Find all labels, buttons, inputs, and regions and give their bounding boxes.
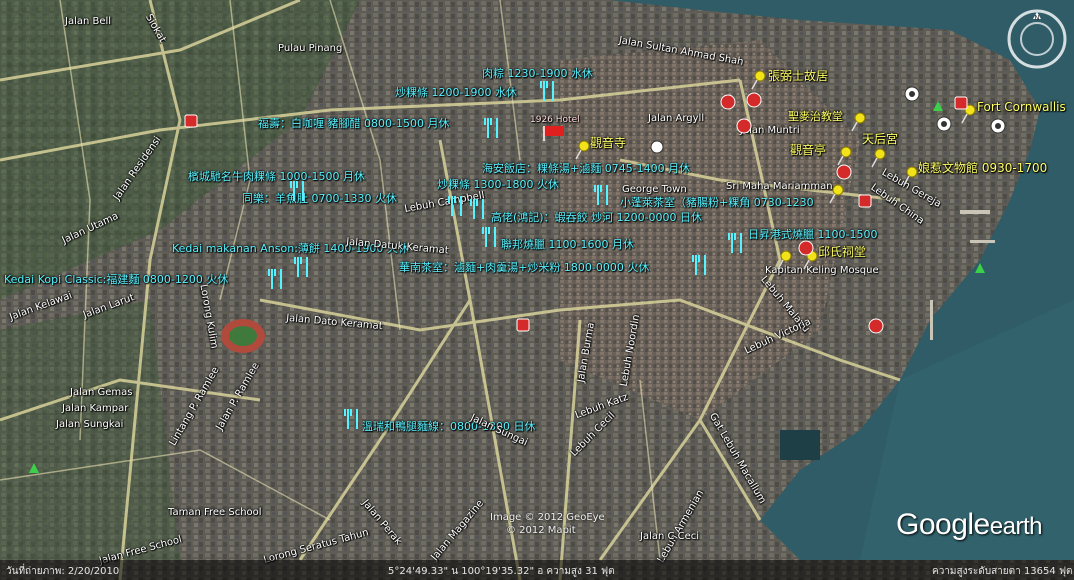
landmark-label[interactable]: Sri Maha Mariamman: [726, 180, 833, 193]
pushpin-icon[interactable]: [750, 70, 766, 90]
street-label: Jalan Sungkai: [56, 419, 124, 430]
street-label: Jalan Argyll: [648, 113, 705, 124]
landmark-label[interactable]: 聖麥治教堂: [788, 110, 843, 123]
street-label: Jalan Gemas: [70, 387, 133, 398]
food-label[interactable]: 高佬(鴻記)：蝦吞餃 炒河 1200-0000 日休: [491, 211, 702, 224]
imagery-date: วันที่ถ่ายภาพ: 2/20/2010: [6, 566, 120, 577]
food-label[interactable]: 炒粿條 1200-1900 水休: [395, 86, 517, 99]
place-icon[interactable]: [650, 140, 664, 154]
imagery-copyright: © 2012 Mapit: [506, 525, 576, 536]
poi-marker-icon[interactable]: [736, 118, 752, 134]
restaurant-icon[interactable]: [470, 198, 488, 220]
place-label[interactable]: Pulau Pinang: [278, 42, 342, 55]
park-icon[interactable]: [974, 262, 986, 274]
poi-marker-icon[interactable]: [184, 114, 198, 128]
pushpin-icon[interactable]: [828, 184, 844, 204]
imagery-copyright: Image © 2012 GeoEye: [490, 512, 605, 523]
food-label[interactable]: 同樂：羊魚肚 0700-1330 火休: [242, 192, 397, 205]
street-label: Jalan Kampar: [62, 403, 129, 414]
landmark-label[interactable]: 觀音寺: [590, 137, 626, 150]
food-label[interactable]: 福壽：白咖喱 豬腳醋 0800-1500 月休: [258, 117, 449, 130]
place-icon[interactable]: [904, 86, 920, 102]
landmark-label[interactable]: 觀音亭: [790, 144, 826, 157]
pushpin-icon[interactable]: [870, 148, 886, 168]
landmark-label[interactable]: 娘惹文物館 0930-1700: [918, 162, 1047, 175]
poi-marker-icon[interactable]: [954, 96, 968, 110]
navigation-compass-icon[interactable]: N: [1006, 8, 1068, 70]
place-icon[interactable]: [990, 118, 1006, 134]
landmark-label[interactable]: 天后宮: [862, 133, 898, 146]
restaurant-icon[interactable]: [268, 268, 286, 290]
svg-text:N: N: [1034, 14, 1039, 22]
landmark-label[interactable]: Fort Cornwallis: [977, 101, 1066, 114]
street-label: Jalan C Ceci: [640, 531, 700, 542]
landmark-label[interactable]: 邱氏祠堂: [818, 246, 866, 259]
food-label[interactable]: 海安飯店：粿條湯+滷麵 0745-1400 月休: [482, 162, 690, 175]
poi-marker-icon[interactable]: [746, 92, 762, 108]
park-icon[interactable]: [28, 462, 40, 474]
restaurant-icon[interactable]: [484, 117, 502, 139]
poi-marker-icon[interactable]: [836, 164, 852, 180]
food-label[interactable]: 檳城馳名牛肉粿條 1000-1500 月休: [188, 170, 365, 183]
coordinates-readout: 5°24'49.33" น 100°19'35.32" อ ความสูง 31…: [388, 566, 615, 577]
food-label[interactable]: 聯邦燒臘 1100-1600 月休: [501, 238, 634, 251]
poi-marker-icon[interactable]: [798, 240, 814, 256]
place-label[interactable]: Taman Free School: [168, 506, 262, 519]
pushpin-icon[interactable]: [574, 140, 590, 160]
restaurant-icon[interactable]: [290, 180, 308, 202]
food-label[interactable]: 肉粽 1230-1900 水休: [482, 67, 593, 80]
restaurant-icon[interactable]: [692, 254, 710, 276]
poi-marker-icon[interactable]: [720, 94, 736, 110]
food-label[interactable]: 炒粿條 1300-1800 火休: [437, 178, 559, 191]
google-earth-logo: Googleearth: [896, 508, 1042, 541]
pushpin-icon[interactable]: [776, 250, 792, 270]
pushpin-icon[interactable]: [850, 112, 866, 132]
eye-altitude: ความสูงระดับสายตา 13654 ฟุต: [932, 566, 1073, 577]
poi-marker-icon[interactable]: [858, 194, 872, 208]
place-label[interactable]: George Town: [622, 183, 687, 196]
street-label: Jalan Bell: [65, 16, 112, 27]
restaurant-icon[interactable]: [540, 80, 558, 102]
restaurant-icon[interactable]: [344, 408, 362, 430]
restaurant-icon[interactable]: [482, 226, 500, 248]
landmark-label[interactable]: 張弼士故居: [768, 70, 828, 83]
pushpin-icon[interactable]: [902, 166, 918, 186]
restaurant-icon[interactable]: [448, 195, 466, 217]
restaurant-icon[interactable]: [728, 232, 746, 254]
poi-marker-icon[interactable]: [516, 318, 530, 332]
pushpin-icon[interactable]: [836, 146, 852, 166]
hotel-flag-icon[interactable]: [542, 124, 566, 142]
food-label[interactable]: Kedai Kopi Classic:福建麵 0800-1200 火休: [4, 273, 228, 286]
restaurant-icon[interactable]: [294, 256, 312, 278]
map-view[interactable]: 肉粽 1230-1900 水休 炒粿條 1200-1900 水休 福壽：白咖喱 …: [0, 0, 1074, 580]
status-bar: วันที่ถ่ายภาพ: 2/20/2010 5°24'49.33" น 1…: [0, 560, 1074, 580]
poi-marker-icon[interactable]: [868, 318, 884, 334]
park-icon[interactable]: [932, 100, 944, 112]
food-label[interactable]: 小蓬萊茶室（豬腸粉+粿角 0730-1230: [620, 196, 814, 209]
restaurant-icon[interactable]: [594, 184, 612, 206]
place-icon[interactable]: [936, 116, 952, 132]
food-label[interactable]: 華南茶室：滷麵+肉羹湯+炒米粉 1800-0000 火休: [399, 261, 649, 274]
